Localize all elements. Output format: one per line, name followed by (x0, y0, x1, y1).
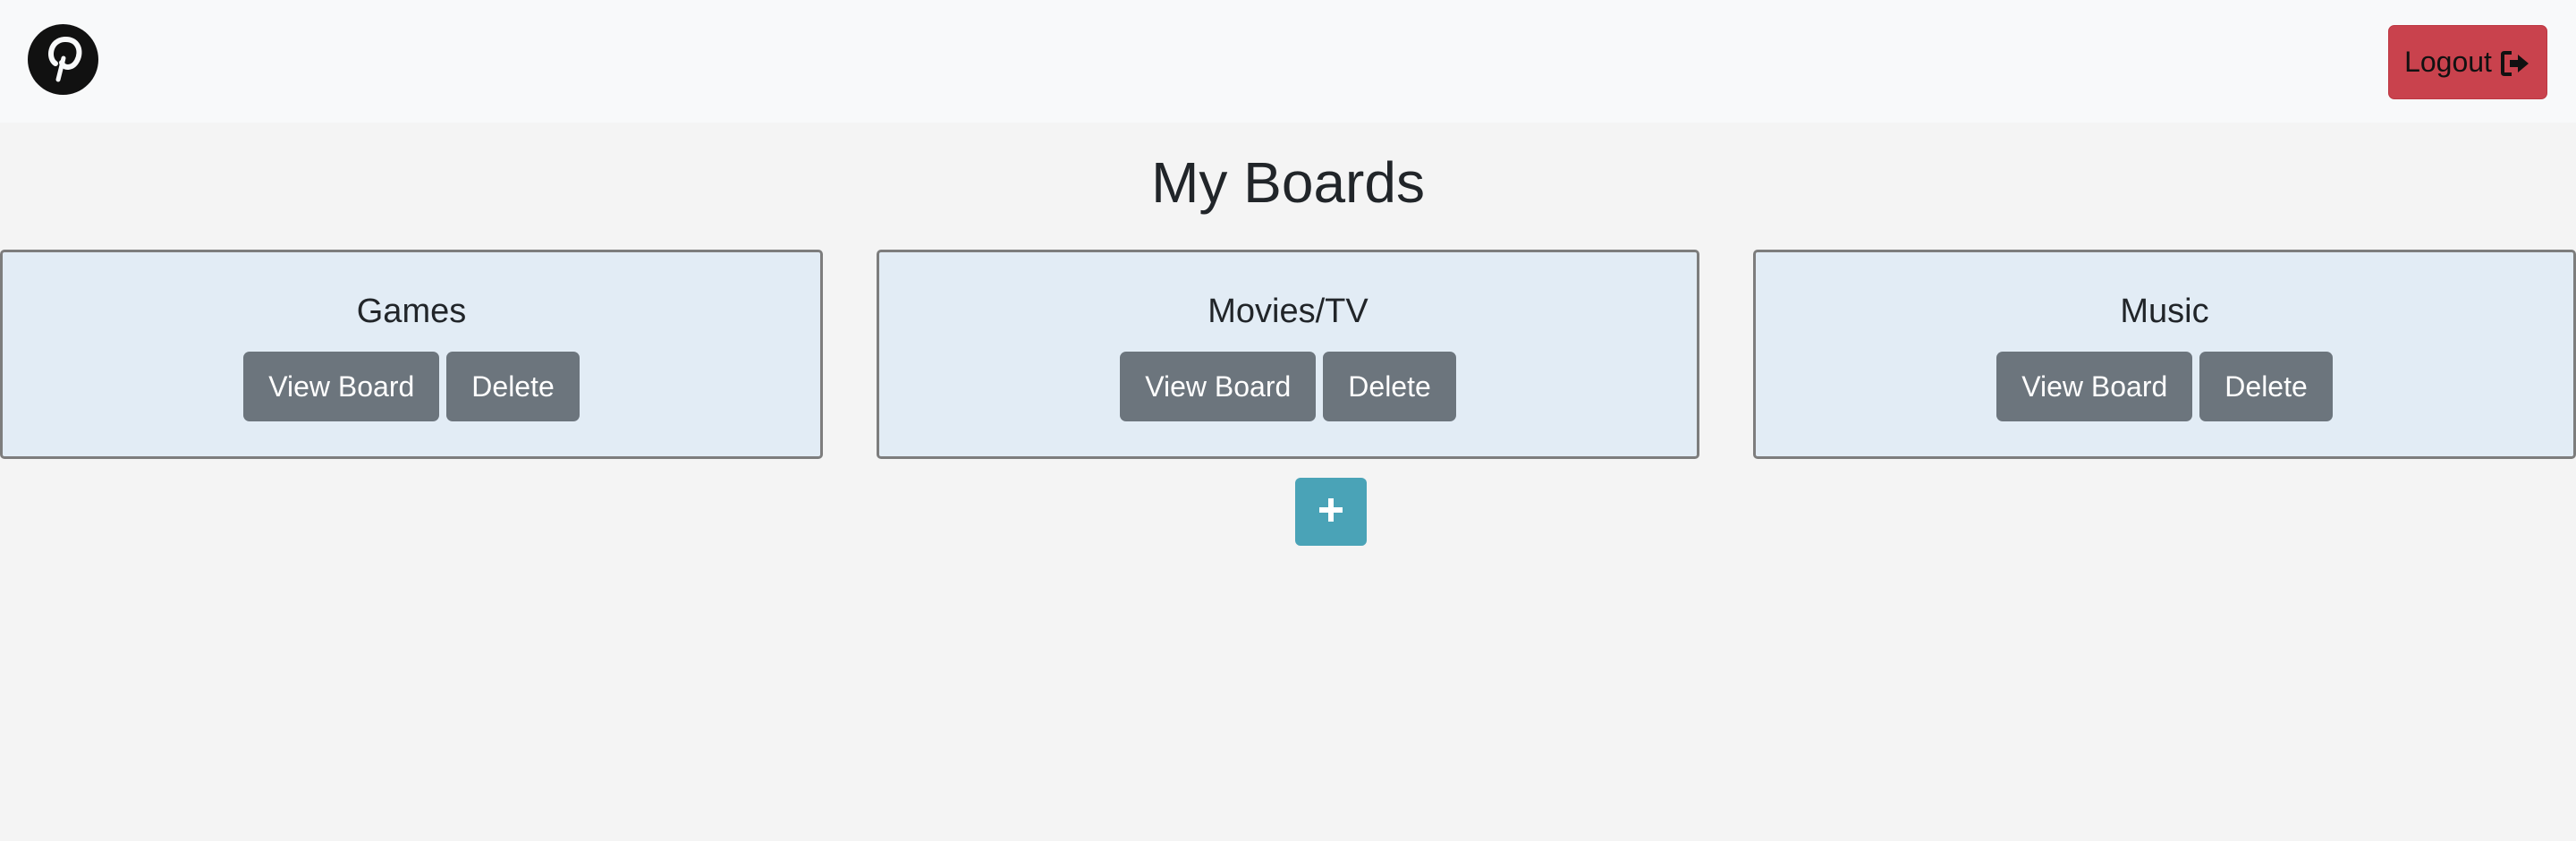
plus-icon (1317, 496, 1345, 529)
add-board-button[interactable] (1295, 478, 1367, 546)
board-card-movies-tv: Movies/TV View Board Delete (877, 250, 1699, 459)
board-actions: View Board Delete (879, 352, 1697, 421)
page-title: My Boards (1151, 150, 1425, 215)
board-name: Games (356, 293, 467, 330)
delete-board-button[interactable]: Delete (1323, 352, 1456, 421)
board-card-music: Music View Board Delete (1753, 250, 2576, 459)
navbar: Logout (0, 0, 2576, 123)
delete-board-button[interactable]: Delete (2199, 352, 2333, 421)
view-board-button[interactable]: View Board (1120, 352, 1317, 421)
logout-label: Logout (2404, 46, 2492, 78)
delete-board-button[interactable]: Delete (446, 352, 580, 421)
view-board-button[interactable]: View Board (243, 352, 440, 421)
board-name: Music (2120, 293, 2209, 330)
logout-button[interactable]: Logout (2388, 25, 2547, 99)
board-name: Movies/TV (1208, 293, 1368, 330)
pinterest-logo-icon[interactable] (28, 24, 98, 95)
board-card-games: Games View Board Delete (0, 250, 823, 459)
board-actions: View Board Delete (1756, 352, 2573, 421)
view-board-button[interactable]: View Board (1996, 352, 2193, 421)
sign-out-icon (2500, 50, 2531, 76)
board-actions: View Board Delete (3, 352, 820, 421)
